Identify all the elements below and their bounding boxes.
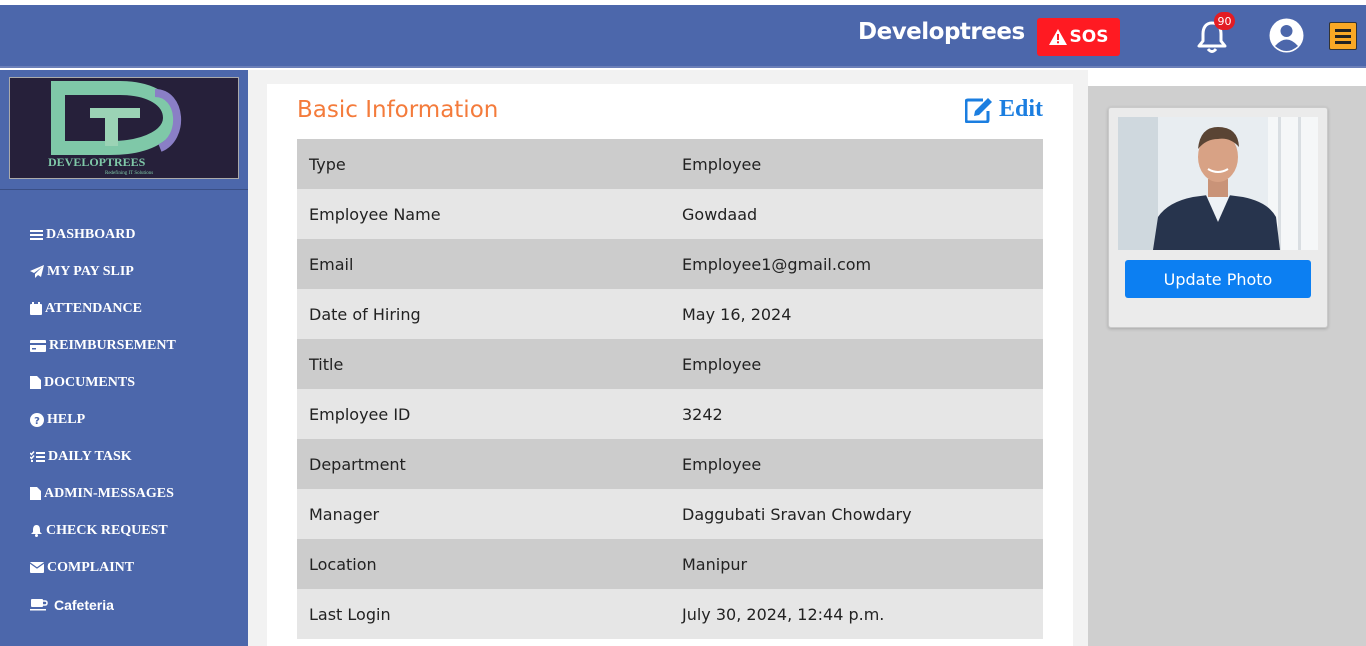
sidebar-item-label: REIMBURSEMENT bbox=[49, 337, 176, 353]
sidebar-nav: DASHBOARD MY PAY SLIP ATTENDANCE REIMBUR… bbox=[30, 216, 176, 623]
field-value: Employee bbox=[682, 154, 762, 174]
bell-icon bbox=[31, 525, 42, 537]
sos-label: SOS bbox=[1069, 27, 1109, 47]
field-value: Daggubati Sravan Chowdary bbox=[682, 504, 912, 524]
field-value: May 16, 2024 bbox=[682, 304, 792, 324]
sidebar-item-label: DASHBOARD bbox=[46, 226, 136, 242]
sidebar-item-reimbursement[interactable]: REIMBURSEMENT bbox=[30, 327, 176, 364]
field-label: Employee Name bbox=[309, 204, 441, 224]
table-row: Employee ID 3242 bbox=[297, 389, 1043, 439]
sidebar-item-daily-task[interactable]: DAILY TASK bbox=[30, 438, 176, 475]
field-value: Employee bbox=[682, 454, 762, 474]
table-row: Department Employee bbox=[297, 439, 1043, 489]
sidebar-item-my-pay-slip[interactable]: MY PAY SLIP bbox=[30, 253, 176, 290]
sidebar-item-label: DOCUMENTS bbox=[44, 374, 136, 390]
brand-name[interactable]: Developtrees bbox=[858, 19, 1025, 45]
field-label: Employee ID bbox=[309, 404, 411, 424]
field-label: Email bbox=[309, 254, 354, 274]
logo-text: DEVELOPTREES bbox=[48, 155, 146, 169]
sidebar-item-check-request[interactable]: CHECK REQUEST bbox=[30, 512, 176, 549]
coffee-icon bbox=[30, 599, 48, 611]
company-logo[interactable]: DEVELOPTREES Redefining IT Solutions bbox=[9, 77, 239, 179]
svg-text:?: ? bbox=[34, 416, 40, 427]
edit-label: Edit bbox=[999, 96, 1044, 122]
sidebar-item-dashboard[interactable]: DASHBOARD bbox=[30, 216, 176, 253]
field-label: Last Login bbox=[309, 604, 391, 624]
sidebar-item-help[interactable]: ? HELP bbox=[30, 401, 176, 438]
warning-icon bbox=[1048, 29, 1067, 45]
field-label: Manager bbox=[309, 504, 380, 524]
sidebar-item-attendance[interactable]: ATTENDANCE bbox=[30, 290, 176, 327]
sos-button[interactable]: SOS bbox=[1037, 18, 1120, 56]
field-value: Manipur bbox=[682, 554, 748, 574]
sidebar-item-complaint[interactable]: COMPLAINT bbox=[30, 549, 176, 586]
sidebar-item-label: DAILY TASK bbox=[48, 448, 132, 464]
envelope-icon bbox=[30, 562, 44, 573]
hamburger-menu-button[interactable] bbox=[1329, 22, 1357, 50]
edit-button[interactable]: Edit bbox=[965, 96, 1043, 123]
sidebar-item-label: ATTENDANCE bbox=[45, 300, 142, 316]
sidebar-item-label: COMPLAINT bbox=[47, 559, 135, 575]
table-row: Manager Daggubati Sravan Chowdary bbox=[297, 489, 1043, 539]
table-row: Email Employee1@gmail.com bbox=[297, 239, 1043, 289]
credit-card-icon bbox=[30, 339, 46, 352]
sidebar-item-label: HELP bbox=[47, 411, 86, 427]
table-row: Location Manipur bbox=[297, 539, 1043, 589]
field-value: Employee bbox=[682, 354, 762, 374]
sidebar-item-label: Cafeteria bbox=[54, 596, 114, 613]
logo-tagline: Redefining IT Solutions bbox=[105, 171, 153, 176]
sidebar-item-label: CHECK REQUEST bbox=[46, 522, 168, 538]
table-row: Last Login July 30, 2024, 12:44 p.m. bbox=[297, 589, 1043, 639]
field-value: Employee1@gmail.com bbox=[682, 254, 872, 274]
profile-photo bbox=[1118, 117, 1318, 250]
table-row: Type Employee bbox=[297, 139, 1043, 189]
field-label: Type bbox=[309, 154, 346, 174]
field-value: 3242 bbox=[682, 404, 723, 424]
notification-count-badge: 90 bbox=[1214, 12, 1235, 30]
page-title: Basic Information bbox=[297, 97, 499, 123]
sidebar-item-documents[interactable]: DOCUMENTS bbox=[30, 364, 176, 401]
field-label: Department bbox=[309, 454, 406, 474]
user-profile-icon[interactable] bbox=[1269, 18, 1304, 53]
table-row: Employee Name Gowdaad bbox=[297, 189, 1043, 239]
file-icon bbox=[30, 376, 41, 389]
sidebar-item-admin-messages[interactable]: ADMIN-MESSAGES bbox=[30, 475, 176, 512]
update-photo-button[interactable]: Update Photo bbox=[1125, 260, 1311, 298]
sidebar-item-label: MY PAY SLIP bbox=[47, 263, 134, 279]
bars-icon bbox=[30, 229, 43, 240]
sidebar-item-label: ADMIN-MESSAGES bbox=[44, 485, 174, 501]
field-label: Date of Hiring bbox=[309, 304, 421, 324]
top-navbar: Developtrees SOS 90 bbox=[0, 5, 1366, 68]
field-value: Gowdaad bbox=[682, 204, 758, 224]
sidebar-divider bbox=[0, 189, 248, 190]
field-label: Location bbox=[309, 554, 377, 574]
table-row: Date of Hiring May 16, 2024 bbox=[297, 289, 1043, 339]
field-value: July 30, 2024, 12:44 p.m. bbox=[682, 604, 885, 624]
paper-plane-icon bbox=[30, 265, 44, 278]
list-check-icon bbox=[30, 450, 45, 462]
file-icon bbox=[30, 487, 41, 500]
calendar-icon bbox=[30, 302, 42, 315]
sidebar-item-cafeteria[interactable]: Cafeteria bbox=[30, 586, 176, 623]
basic-info-table: Type Employee Employee Name Gowdaad Emai… bbox=[297, 139, 1043, 639]
question-circle-icon: ? bbox=[30, 412, 44, 427]
field-label: Title bbox=[309, 354, 344, 374]
sidebar: DEVELOPTREES Redefining IT Solutions DAS… bbox=[0, 70, 248, 646]
table-row: Title Employee bbox=[297, 339, 1043, 389]
edit-icon bbox=[965, 97, 992, 123]
